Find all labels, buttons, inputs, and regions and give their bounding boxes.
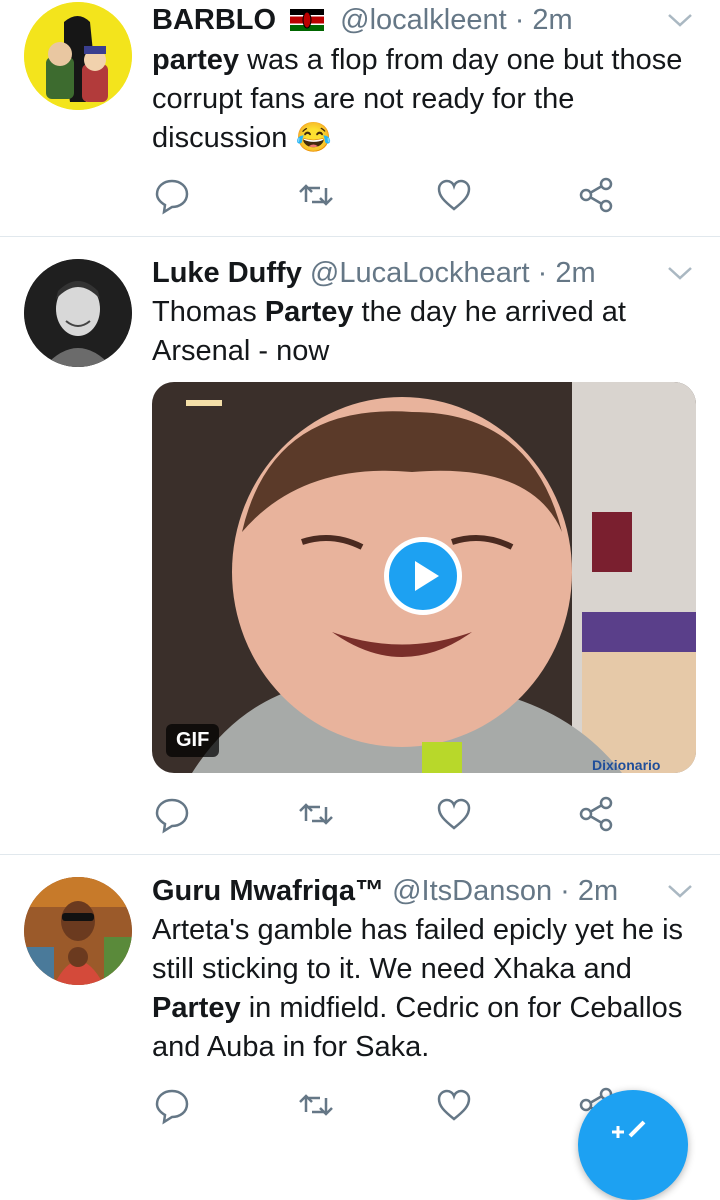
display-name[interactable]: Luke Duffy [152,257,302,289]
heart-icon[interactable] [434,794,474,834]
tweet-header: Guru Mwafriqa™ @ItsDanson · 2m [152,872,618,910]
tweet-header: Luke Duffy @LucaLockheart · 2m [152,254,596,292]
share-icon[interactable] [576,175,616,215]
reply-icon[interactable] [152,1085,192,1125]
gif-badge: GIF [166,724,220,757]
text-bold: partey [152,44,240,76]
tweet-text: partey was a flop from day one but those… [152,41,702,158]
handle[interactable]: @ItsDanson [392,875,552,907]
play-icon[interactable] [384,537,462,615]
kenya-flag-icon [290,3,325,41]
chevron-down-icon[interactable] [666,881,694,901]
timestamp[interactable]: · 2m [538,257,596,289]
display-name[interactable]: Guru Mwafriqa™ [152,875,384,907]
tweet-text: Arteta's gamble has failed epicly yet he… [152,911,702,1067]
handle[interactable]: @localkleent [340,4,506,36]
retweet-icon[interactable] [296,794,336,834]
tweet-actions [152,175,672,215]
compose-tweet-icon [608,1118,648,1143]
retweet-icon[interactable] [296,1085,336,1125]
text: Thomas [152,296,265,328]
text-bold: Partey [264,296,354,328]
emoji-laughing-crying: 😂 [295,122,332,154]
chevron-down-icon[interactable] [666,263,694,283]
timestamp[interactable]: · 2m [515,4,573,36]
compose-tweet-button[interactable] [578,1090,688,1200]
timestamp[interactable]: · 2m [560,875,618,907]
share-icon[interactable] [576,794,616,834]
heart-icon[interactable] [434,175,474,215]
text: Arteta's gamble has failed epicly yet he… [152,914,684,985]
tweet-header: BARBLO @localkleent · 2m [152,1,573,39]
avatar[interactable] [24,2,132,110]
heart-icon[interactable] [434,1085,474,1125]
avatar[interactable] [24,877,132,985]
reply-icon[interactable] [152,175,192,215]
reply-icon[interactable] [152,794,192,834]
handle[interactable]: @LucaLockheart [310,257,530,289]
tweet-actions [152,794,672,834]
avatar[interactable] [24,259,132,367]
tweet-barblo[interactable]: BARBLO @localkleent · 2m partey was a fl… [0,0,720,235]
gif-watermark: Dixionario [592,757,660,773]
tweet-text: Thomas Partey the day he arrived at Arse… [152,293,652,371]
retweet-icon[interactable] [296,175,336,215]
chevron-down-icon[interactable] [666,10,694,30]
text-bold: Partey [152,992,241,1024]
display-name[interactable]: BARBLO [152,4,276,36]
gif-media[interactable]: Dixionario GIF [152,382,696,773]
